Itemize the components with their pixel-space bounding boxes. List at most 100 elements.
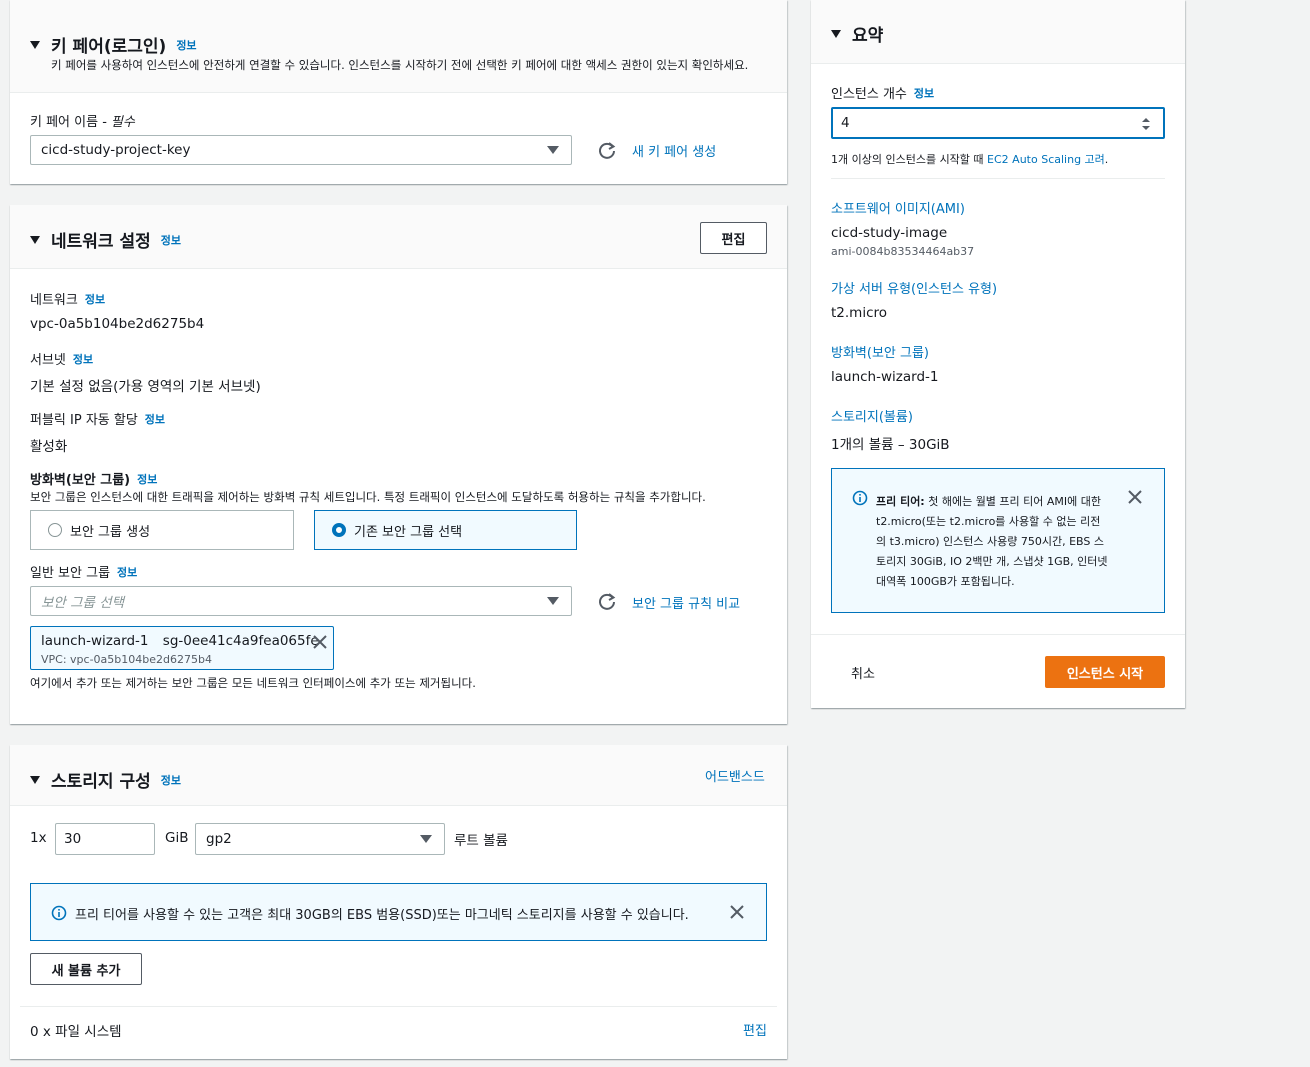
info-link[interactable]: 정보	[85, 291, 105, 307]
chevron-down-icon	[547, 597, 559, 605]
network-title[interactable]: 네트워크 설정 정보	[30, 227, 181, 252]
caret-down-icon[interactable]	[30, 40, 40, 49]
network-label: 네트워크 정보	[30, 291, 106, 309]
info-circle-icon	[51, 905, 67, 921]
auto-scaling-link[interactable]: EC2 Auto Scaling 고려	[987, 153, 1105, 166]
public-ip-label: 퍼블릭 IP 자동 할당 정보	[30, 411, 166, 429]
volume-size-input[interactable]: 30	[55, 823, 155, 855]
filesystem-label: 0 x 파일 시스템	[30, 1024, 122, 1040]
keypair-panel: 키 페어(로그인) 정보 키 페어를 사용하여 인스턴스에 안전하게 연결할 수…	[10, 0, 787, 184]
ami-name: cicd-study-image	[831, 225, 948, 241]
network-panel: 네트워크 설정 정보 편집 네트워크 정보 vpc-0a5b104be2d627…	[10, 205, 787, 724]
free-tier-storage-alert: 프리 티어를 사용할 수 있는 고객은 최대 30GB의 EBS 범용(SSD)…	[30, 883, 767, 941]
radio-create-security-group[interactable]: 보안 그룹 생성	[30, 510, 294, 550]
advanced-link[interactable]: 어드밴스드	[705, 766, 765, 785]
subnet-value: 기본 설정 없음(가용 영역의 기본 서브넷)	[30, 379, 261, 395]
instance-count-value: 4	[841, 115, 850, 131]
firewall-description: 보안 그룹은 인스턴스에 대한 트래픽을 제어하는 방화벽 규칙 세트입니다. …	[30, 490, 706, 504]
keypair-header: 키 페어(로그인) 정보 키 페어를 사용하여 인스턴스에 안전하게 연결할 수…	[10, 0, 787, 93]
firewall-link[interactable]: 방화벽(보안 그룹)	[831, 342, 929, 361]
info-link[interactable]: 정보	[161, 232, 181, 248]
keypair-select[interactable]: cicd-study-project-key	[30, 135, 572, 165]
info-link[interactable]: 정보	[117, 564, 137, 580]
security-group-label: 일반 보안 그룹 정보	[30, 564, 138, 582]
info-link[interactable]: 정보	[161, 772, 181, 788]
caret-down-icon[interactable]	[30, 775, 40, 784]
info-link[interactable]: 정보	[145, 411, 165, 427]
refresh-icon[interactable]	[597, 591, 617, 611]
instance-count-label: 인스턴스 개수 정보	[831, 85, 935, 103]
chevron-down-icon	[547, 146, 559, 154]
token-vpc: VPC: vpc-0a5b104be2d6275b4	[41, 653, 212, 666]
divider	[811, 634, 1185, 635]
info-circle-icon	[852, 490, 868, 506]
storage-title-text: 스토리지 구성	[51, 772, 151, 792]
divider	[831, 178, 1165, 179]
volume-multiplier: 1x	[30, 830, 47, 846]
summary-header: 요약	[811, 0, 1185, 64]
radio-create-label: 보안 그룹 생성	[70, 524, 151, 540]
keypair-title[interactable]: 키 페어(로그인) 정보	[30, 32, 197, 57]
instance-count-input[interactable]: 4	[831, 107, 1165, 139]
radio-button-selected[interactable]	[332, 523, 346, 537]
launch-instance-button[interactable]: 인스턴스 시작	[1045, 656, 1165, 688]
info-link[interactable]: 정보	[73, 351, 93, 367]
security-group-token: launch-wizard-1 sg-0ee41c4a9fea065fe VPC…	[30, 626, 334, 670]
free-tier-alert: 프리 티어: 첫 해에는 월별 프리 티어 AMI에 대한 t2.micro(또…	[831, 468, 1165, 613]
caret-down-icon[interactable]	[30, 235, 40, 244]
firewall-label: 방화벽(보안 그룹) 정보	[30, 471, 158, 489]
volume-type-value: gp2	[206, 831, 232, 847]
summary-panel: 요약 인스턴스 개수 정보 4 1개 이상의 인스턴스를 시작할 때 EC2 A…	[811, 0, 1185, 708]
keypair-select-value: cicd-study-project-key	[41, 142, 191, 158]
network-header: 네트워크 설정 정보 편집	[10, 205, 787, 269]
summary-title[interactable]: 요약	[831, 21, 883, 46]
radio-button[interactable]	[48, 523, 62, 537]
required-text: 필수	[110, 115, 135, 130]
summary-title-text: 요약	[852, 26, 884, 46]
storage-title[interactable]: 스토리지 구성 정보	[30, 767, 181, 792]
network-title-text: 네트워크 설정	[51, 232, 151, 252]
storage-link[interactable]: 스토리지(볼륨)	[831, 406, 913, 425]
create-keypair-link[interactable]: 새 키 페어 생성	[632, 141, 716, 160]
network-value: vpc-0a5b104be2d6275b4	[30, 316, 205, 332]
alert-text: 프리 티어를 사용할 수 있는 고객은 최대 30GB의 EBS 범용(SSD)…	[75, 908, 689, 923]
storage-panel: 스토리지 구성 정보 어드밴스드 1x 30 GiB gp2 루트 볼륨 프리 …	[10, 745, 787, 1059]
instance-type-link[interactable]: 가상 서버 유형(인스턴스 유형)	[831, 278, 997, 297]
add-volume-button[interactable]: 새 볼륨 추가	[30, 953, 142, 985]
info-link[interactable]: 정보	[176, 37, 196, 53]
refresh-icon[interactable]	[597, 140, 617, 160]
cancel-button[interactable]: 취소	[851, 663, 875, 682]
keypair-description: 키 페어를 사용하여 인스턴스에 안전하게 연결할 수 있습니다. 인스턴스를 …	[51, 58, 749, 72]
security-group-select[interactable]: 보안 그룹 선택	[30, 586, 572, 616]
info-link[interactable]: 정보	[137, 471, 157, 487]
firewall-value: launch-wizard-1	[831, 369, 939, 385]
free-tier-text: 프리 티어: 첫 해에는 월별 프리 티어 AMI에 대한 t2.micro(또…	[876, 495, 1108, 588]
root-volume-label: 루트 볼륨	[454, 833, 508, 849]
subnet-label: 서브넷 정보	[30, 351, 94, 369]
token-label: launch-wizard-1 sg-0ee41c4a9fea065fe	[41, 633, 319, 649]
close-icon[interactable]	[312, 634, 328, 650]
info-link[interactable]: 정보	[914, 85, 934, 101]
filesystem-edit-link[interactable]: 편집	[743, 1020, 767, 1039]
stepper-icon[interactable]	[1141, 117, 1151, 131]
close-icon[interactable]	[1127, 489, 1143, 505]
volume-unit: GiB	[165, 830, 189, 846]
ami-id: ami-0084b83534464ab37	[831, 245, 975, 258]
security-group-placeholder: 보안 그룹 선택	[41, 595, 125, 611]
chevron-down-icon	[420, 835, 432, 843]
keypair-title-text: 키 페어(로그인)	[51, 37, 167, 57]
storage-header: 스토리지 구성 정보 어드밴스드	[10, 745, 787, 806]
close-icon[interactable]	[729, 904, 745, 920]
instance-type-value: t2.micro	[831, 305, 888, 321]
ami-link[interactable]: 소프트웨어 이미지(AMI)	[831, 198, 965, 217]
compare-rules-link[interactable]: 보안 그룹 규칙 비교	[632, 593, 740, 612]
radio-existing-security-group[interactable]: 기존 보안 그룹 선택	[314, 510, 577, 550]
keypair-name-label: 키 페어 이름 - 필수	[30, 111, 135, 130]
security-group-note: 여기에서 추가 또는 제거하는 보안 그룹은 모든 네트워크 인터페이스에 추가…	[30, 676, 476, 690]
caret-down-icon[interactable]	[831, 29, 841, 38]
public-ip-value: 활성화	[30, 439, 68, 455]
network-edit-button[interactable]: 편집	[700, 222, 767, 254]
volume-type-select[interactable]: gp2	[195, 823, 445, 855]
scaling-hint: 1개 이상의 인스턴스를 시작할 때 EC2 Auto Scaling 고려.	[831, 153, 1109, 166]
divider	[20, 1006, 777, 1007]
